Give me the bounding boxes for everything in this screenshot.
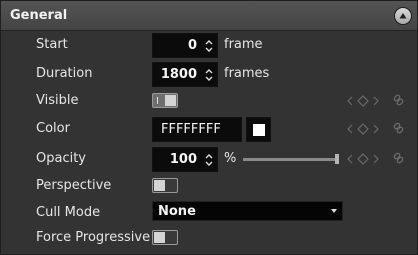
start-unit: frame	[224, 37, 263, 52]
toggle-knob	[154, 180, 165, 191]
toggle-knob	[154, 232, 165, 243]
opacity-slider[interactable]	[243, 158, 339, 161]
row-visible: Visible	[1, 88, 417, 114]
row-cull-mode: Cull Mode None	[1, 200, 417, 226]
section-header[interactable]: General	[1, 1, 417, 31]
stepper-arrows-icon[interactable]	[204, 37, 214, 55]
start-value[interactable]: 0	[188, 38, 197, 53]
next-key-icon	[373, 154, 379, 164]
duration-unit: frames	[224, 66, 270, 81]
section-title: General	[10, 8, 68, 23]
toggle-knob	[165, 95, 176, 106]
opacity-value[interactable]: 100	[170, 152, 197, 167]
perspective-toggle[interactable]	[152, 178, 178, 193]
general-panel: General Start 0 frame Duration 1800 fram…	[0, 0, 418, 255]
row-opacity: Opacity 100 %	[1, 146, 417, 172]
opacity-stepper[interactable]: 100	[152, 147, 218, 172]
link-icon	[393, 94, 404, 106]
visible-toggle[interactable]	[152, 93, 178, 108]
next-key-icon	[373, 96, 379, 106]
prev-key-icon	[347, 124, 353, 134]
color-swatch-button[interactable]	[246, 117, 271, 142]
link-icon	[393, 122, 404, 134]
row-force-progressive: Force Progressive	[1, 225, 417, 251]
collapse-button[interactable]	[394, 7, 412, 25]
opacity-unit: %	[224, 151, 237, 166]
perspective-label: Perspective	[36, 178, 112, 193]
color-hex-value[interactable]: FFFFFFFF	[161, 122, 221, 137]
chevron-down-icon	[331, 209, 337, 213]
color-hex-input[interactable]: FFFFFFFF	[152, 117, 242, 142]
row-start: Start 0 frame	[1, 32, 417, 58]
duration-label: Duration	[36, 66, 93, 81]
cull-mode-label: Cull Mode	[36, 205, 101, 220]
next-key-icon	[373, 124, 379, 134]
prev-key-icon	[347, 154, 353, 164]
stepper-arrows-icon[interactable]	[204, 151, 214, 169]
color-swatch	[253, 124, 265, 136]
keyframe-controls[interactable]	[346, 122, 406, 136]
row-color: Color FFFFFFFF	[1, 116, 417, 142]
start-label: Start	[36, 37, 68, 52]
chevron-up-icon	[399, 13, 407, 19]
visible-label: Visible	[36, 93, 79, 108]
row-duration: Duration 1800 frames	[1, 61, 417, 87]
color-label: Color	[36, 121, 70, 136]
opacity-slider-thumb[interactable]	[335, 154, 339, 164]
duration-value[interactable]: 1800	[161, 67, 197, 82]
add-key-icon	[357, 95, 369, 107]
keyframe-controls[interactable]	[346, 152, 406, 166]
duration-stepper[interactable]: 1800	[152, 62, 218, 87]
link-icon	[393, 152, 404, 164]
toggle-tick	[157, 97, 158, 104]
cull-mode-value: None	[158, 204, 196, 219]
cull-mode-select[interactable]: None	[152, 201, 343, 221]
start-stepper[interactable]: 0	[152, 33, 218, 58]
prev-key-icon	[347, 96, 353, 106]
add-key-icon	[357, 153, 369, 165]
keyframe-controls[interactable]	[346, 94, 406, 108]
add-key-icon	[357, 123, 369, 135]
force-progressive-label: Force Progressive	[36, 230, 151, 245]
opacity-label: Opacity	[36, 151, 87, 166]
force-progressive-toggle[interactable]	[152, 230, 178, 245]
stepper-arrows-icon[interactable]	[204, 66, 214, 84]
row-perspective: Perspective	[1, 173, 417, 199]
